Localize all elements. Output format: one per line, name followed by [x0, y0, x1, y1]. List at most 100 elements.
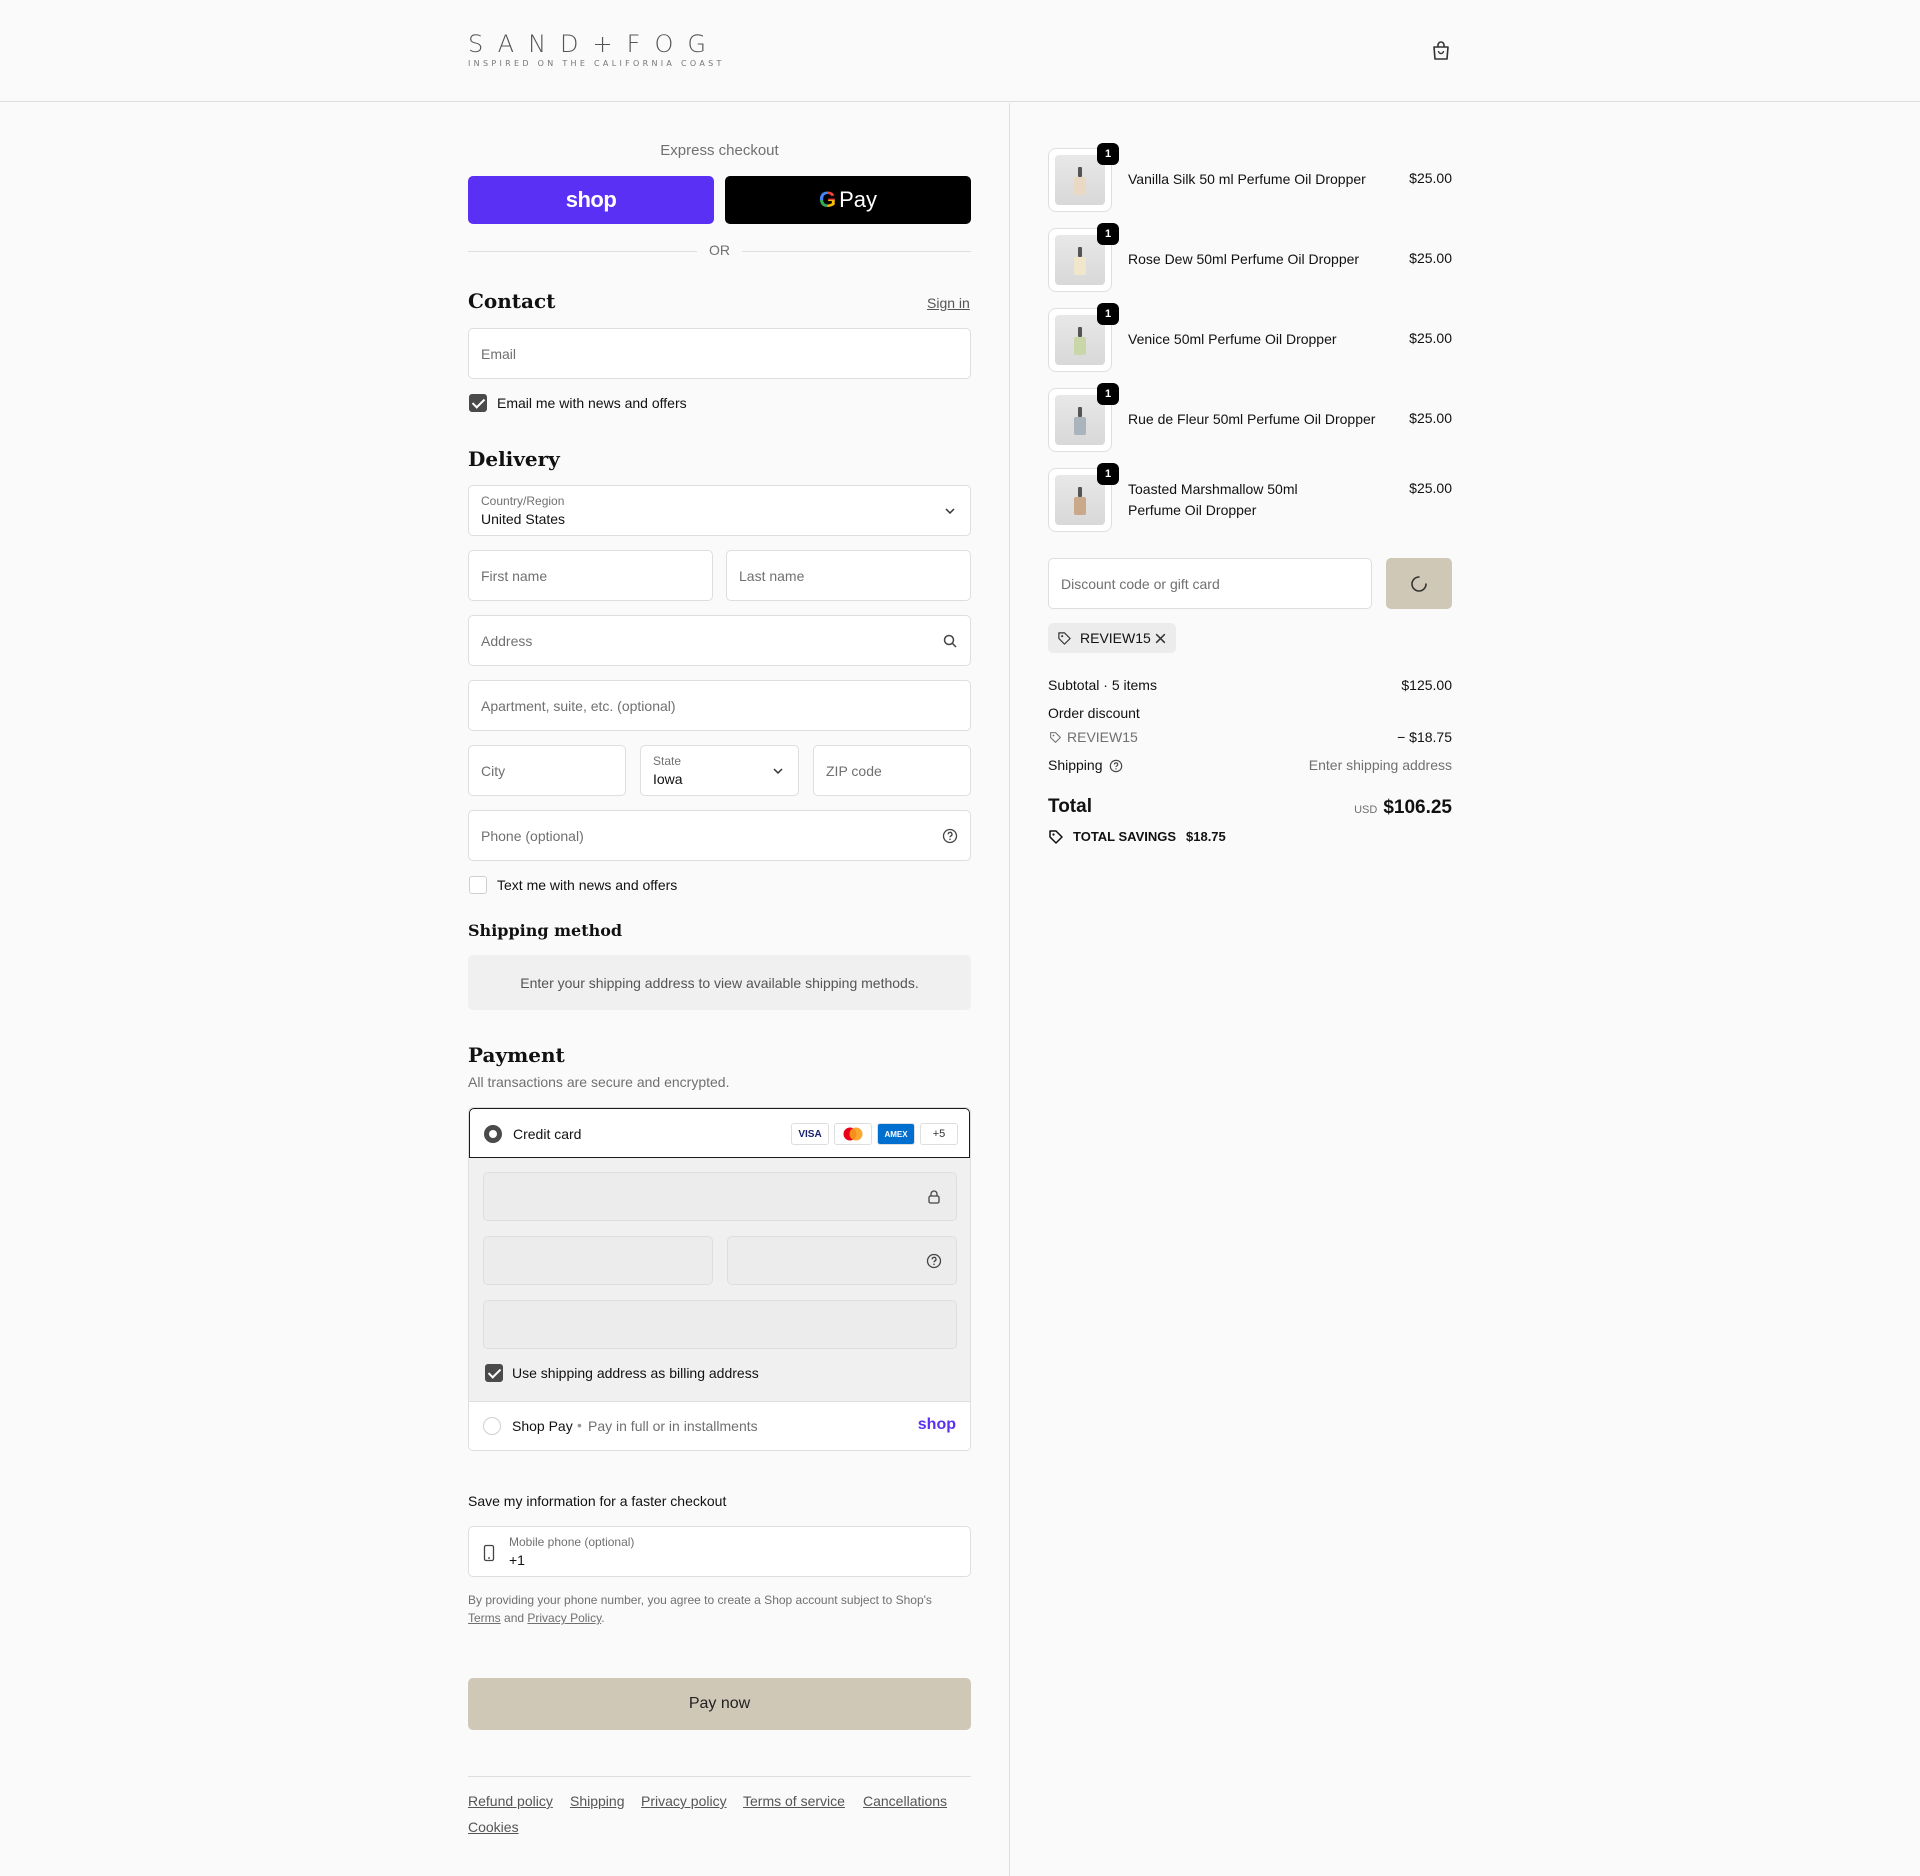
discount-code-label: REVIEW15	[1067, 729, 1138, 745]
shop-pay-label: Shop Pay	[512, 1418, 573, 1434]
pay-now-button[interactable]: Pay now	[468, 1678, 971, 1730]
phone-placeholder: Phone (optional)	[481, 827, 584, 844]
store-logo[interactable]: SAND+FOG INSPIRED ON THE CALIFORNIA COAS…	[468, 30, 725, 68]
apartment-placeholder: Apartment, suite, etc. (optional)	[481, 697, 676, 714]
shopping-bag-icon[interactable]	[1430, 40, 1452, 62]
help-circle-icon[interactable]	[1109, 759, 1123, 773]
first-name-field[interactable]: First name	[468, 550, 713, 601]
tag-icon	[1050, 732, 1061, 743]
shipping-policy-link[interactable]: Shipping	[570, 1793, 625, 1809]
shop-pay-button[interactable]: shop	[468, 176, 714, 224]
payment-methods: Credit card VISA AMEX +5 Use shipping ad…	[468, 1107, 971, 1451]
amex-icon: AMEX	[877, 1123, 915, 1145]
state-label: State	[653, 754, 682, 768]
item-price: $25.00	[1409, 170, 1452, 186]
privacy-policy-link[interactable]: Privacy Policy	[527, 1611, 601, 1625]
order-discount-row: Order discount	[1048, 705, 1452, 721]
quantity-badge: 1	[1097, 143, 1119, 165]
shipping-row: Shipping Enter shipping address	[1048, 757, 1452, 773]
quantity-badge: 1	[1097, 303, 1119, 325]
total-savings-value: $18.75	[1186, 829, 1226, 844]
apply-discount-button[interactable]	[1386, 558, 1452, 609]
total-label: Total	[1048, 796, 1092, 817]
applied-discount-tag: REVIEW15	[1048, 623, 1176, 653]
cookies-link[interactable]: Cookies	[468, 1819, 519, 1835]
first-name-placeholder: First name	[481, 567, 548, 584]
mobile-phone-field[interactable]: Mobile phone (optional) +1	[468, 1526, 971, 1577]
total-row: Total USD $106.25	[1048, 796, 1452, 824]
phone-field[interactable]: Phone (optional)	[468, 810, 971, 861]
product-bottle	[1074, 337, 1086, 355]
item-price: $25.00	[1409, 410, 1452, 426]
last-name-field[interactable]: Last name	[726, 550, 971, 601]
help-circle-icon[interactable]	[926, 1253, 942, 1269]
refund-policy-link[interactable]: Refund policy	[468, 1793, 553, 1809]
security-code-field[interactable]	[727, 1236, 957, 1285]
chevron-down-icon	[773, 767, 783, 774]
state-value: Iowa	[653, 771, 683, 787]
country-value: United States	[481, 511, 566, 527]
shop-pay-sublabel: Pay in full or in installments	[588, 1418, 758, 1434]
shipping-method-heading: Shipping method	[468, 921, 623, 940]
legal-period: .	[601, 1611, 605, 1625]
payment-heading: Payment	[468, 1043, 565, 1067]
subtotal-value: $125.00	[1401, 677, 1452, 693]
close-icon[interactable]	[1154, 632, 1167, 645]
terms-of-service-link[interactable]: Terms of service	[743, 1793, 845, 1809]
discount-value: − $18.75	[1397, 729, 1452, 745]
address-field[interactable]: Address	[468, 615, 971, 666]
discount-code-field[interactable]: Discount code or gift card	[1048, 558, 1372, 609]
billing-address-label: Use shipping address as billing address	[512, 1365, 759, 1381]
card-number-field[interactable]	[483, 1172, 957, 1221]
legal-text: By providing your phone number, you agre…	[468, 1593, 932, 1607]
google-pay-button[interactable]: G Pay	[725, 176, 971, 224]
applied-code-label: REVIEW15	[1080, 630, 1151, 646]
zip-field[interactable]: ZIP code	[813, 745, 971, 796]
currency-code: USD	[1354, 804, 1378, 816]
sign-in-link[interactable]: Sign in	[927, 295, 970, 311]
credit-card-radio[interactable]	[484, 1125, 502, 1143]
zip-placeholder: ZIP code	[826, 762, 882, 779]
credit-card-option[interactable]: Credit card VISA AMEX +5	[469, 1108, 970, 1158]
shipping-method-notice: Enter your shipping address to view avai…	[468, 955, 971, 1010]
shop-pay-radio[interactable]	[483, 1417, 501, 1435]
cancellations-link[interactable]: Cancellations	[863, 1793, 947, 1809]
billing-address-checkbox[interactable]	[485, 1364, 503, 1382]
chevron-down-icon	[945, 507, 955, 514]
shop-pay-option[interactable]: Shop Pay • Pay in full or in installment…	[469, 1402, 970, 1450]
product-bottle	[1074, 497, 1086, 515]
shipping-label: Shipping	[1048, 757, 1103, 773]
tag-icon	[1049, 830, 1063, 844]
product-bottle	[1074, 177, 1086, 195]
text-news-checkbox[interactable]	[469, 876, 487, 894]
express-checkout-title: Express checkout	[660, 142, 779, 159]
item-name: Toasted Marshmallow 50ml Perfume Oil Dro…	[1128, 481, 1298, 518]
quantity-badge: 1	[1097, 383, 1119, 405]
subtotal-row: Subtotal · 5 items $125.00	[1048, 677, 1452, 693]
terms-link[interactable]: Terms	[468, 1611, 501, 1625]
expiration-field[interactable]	[483, 1236, 713, 1285]
privacy-policy-footer-link[interactable]: Privacy policy	[641, 1793, 727, 1809]
mobile-phone-icon	[483, 1544, 495, 1562]
product-bottle	[1074, 257, 1086, 275]
name-on-card-field[interactable]	[483, 1300, 957, 1349]
email-field[interactable]: Email	[468, 328, 971, 379]
discount-placeholder: Discount code or gift card	[1061, 575, 1220, 592]
search-icon	[943, 634, 957, 648]
credit-card-label: Credit card	[513, 1126, 582, 1142]
country-label: Country/Region	[481, 494, 565, 508]
city-field[interactable]: City	[468, 745, 626, 796]
shipping-value: Enter shipping address	[1308, 757, 1452, 773]
bullet-separator: •	[577, 1417, 582, 1433]
apartment-field[interactable]: Apartment, suite, etc. (optional)	[468, 680, 971, 731]
item-price: $25.00	[1409, 480, 1452, 496]
email-news-label: Email me with news and offers	[497, 395, 687, 411]
more-brands-badge: +5	[920, 1123, 958, 1145]
email-news-checkbox[interactable]	[469, 394, 487, 412]
help-circle-icon[interactable]	[942, 828, 958, 844]
visa-icon: VISA	[791, 1123, 829, 1145]
country-select[interactable]: Country/Region United States	[468, 485, 971, 536]
legal-and: and	[504, 1611, 525, 1625]
or-label: OR	[697, 242, 742, 258]
state-select[interactable]: State Iowa	[640, 745, 799, 796]
